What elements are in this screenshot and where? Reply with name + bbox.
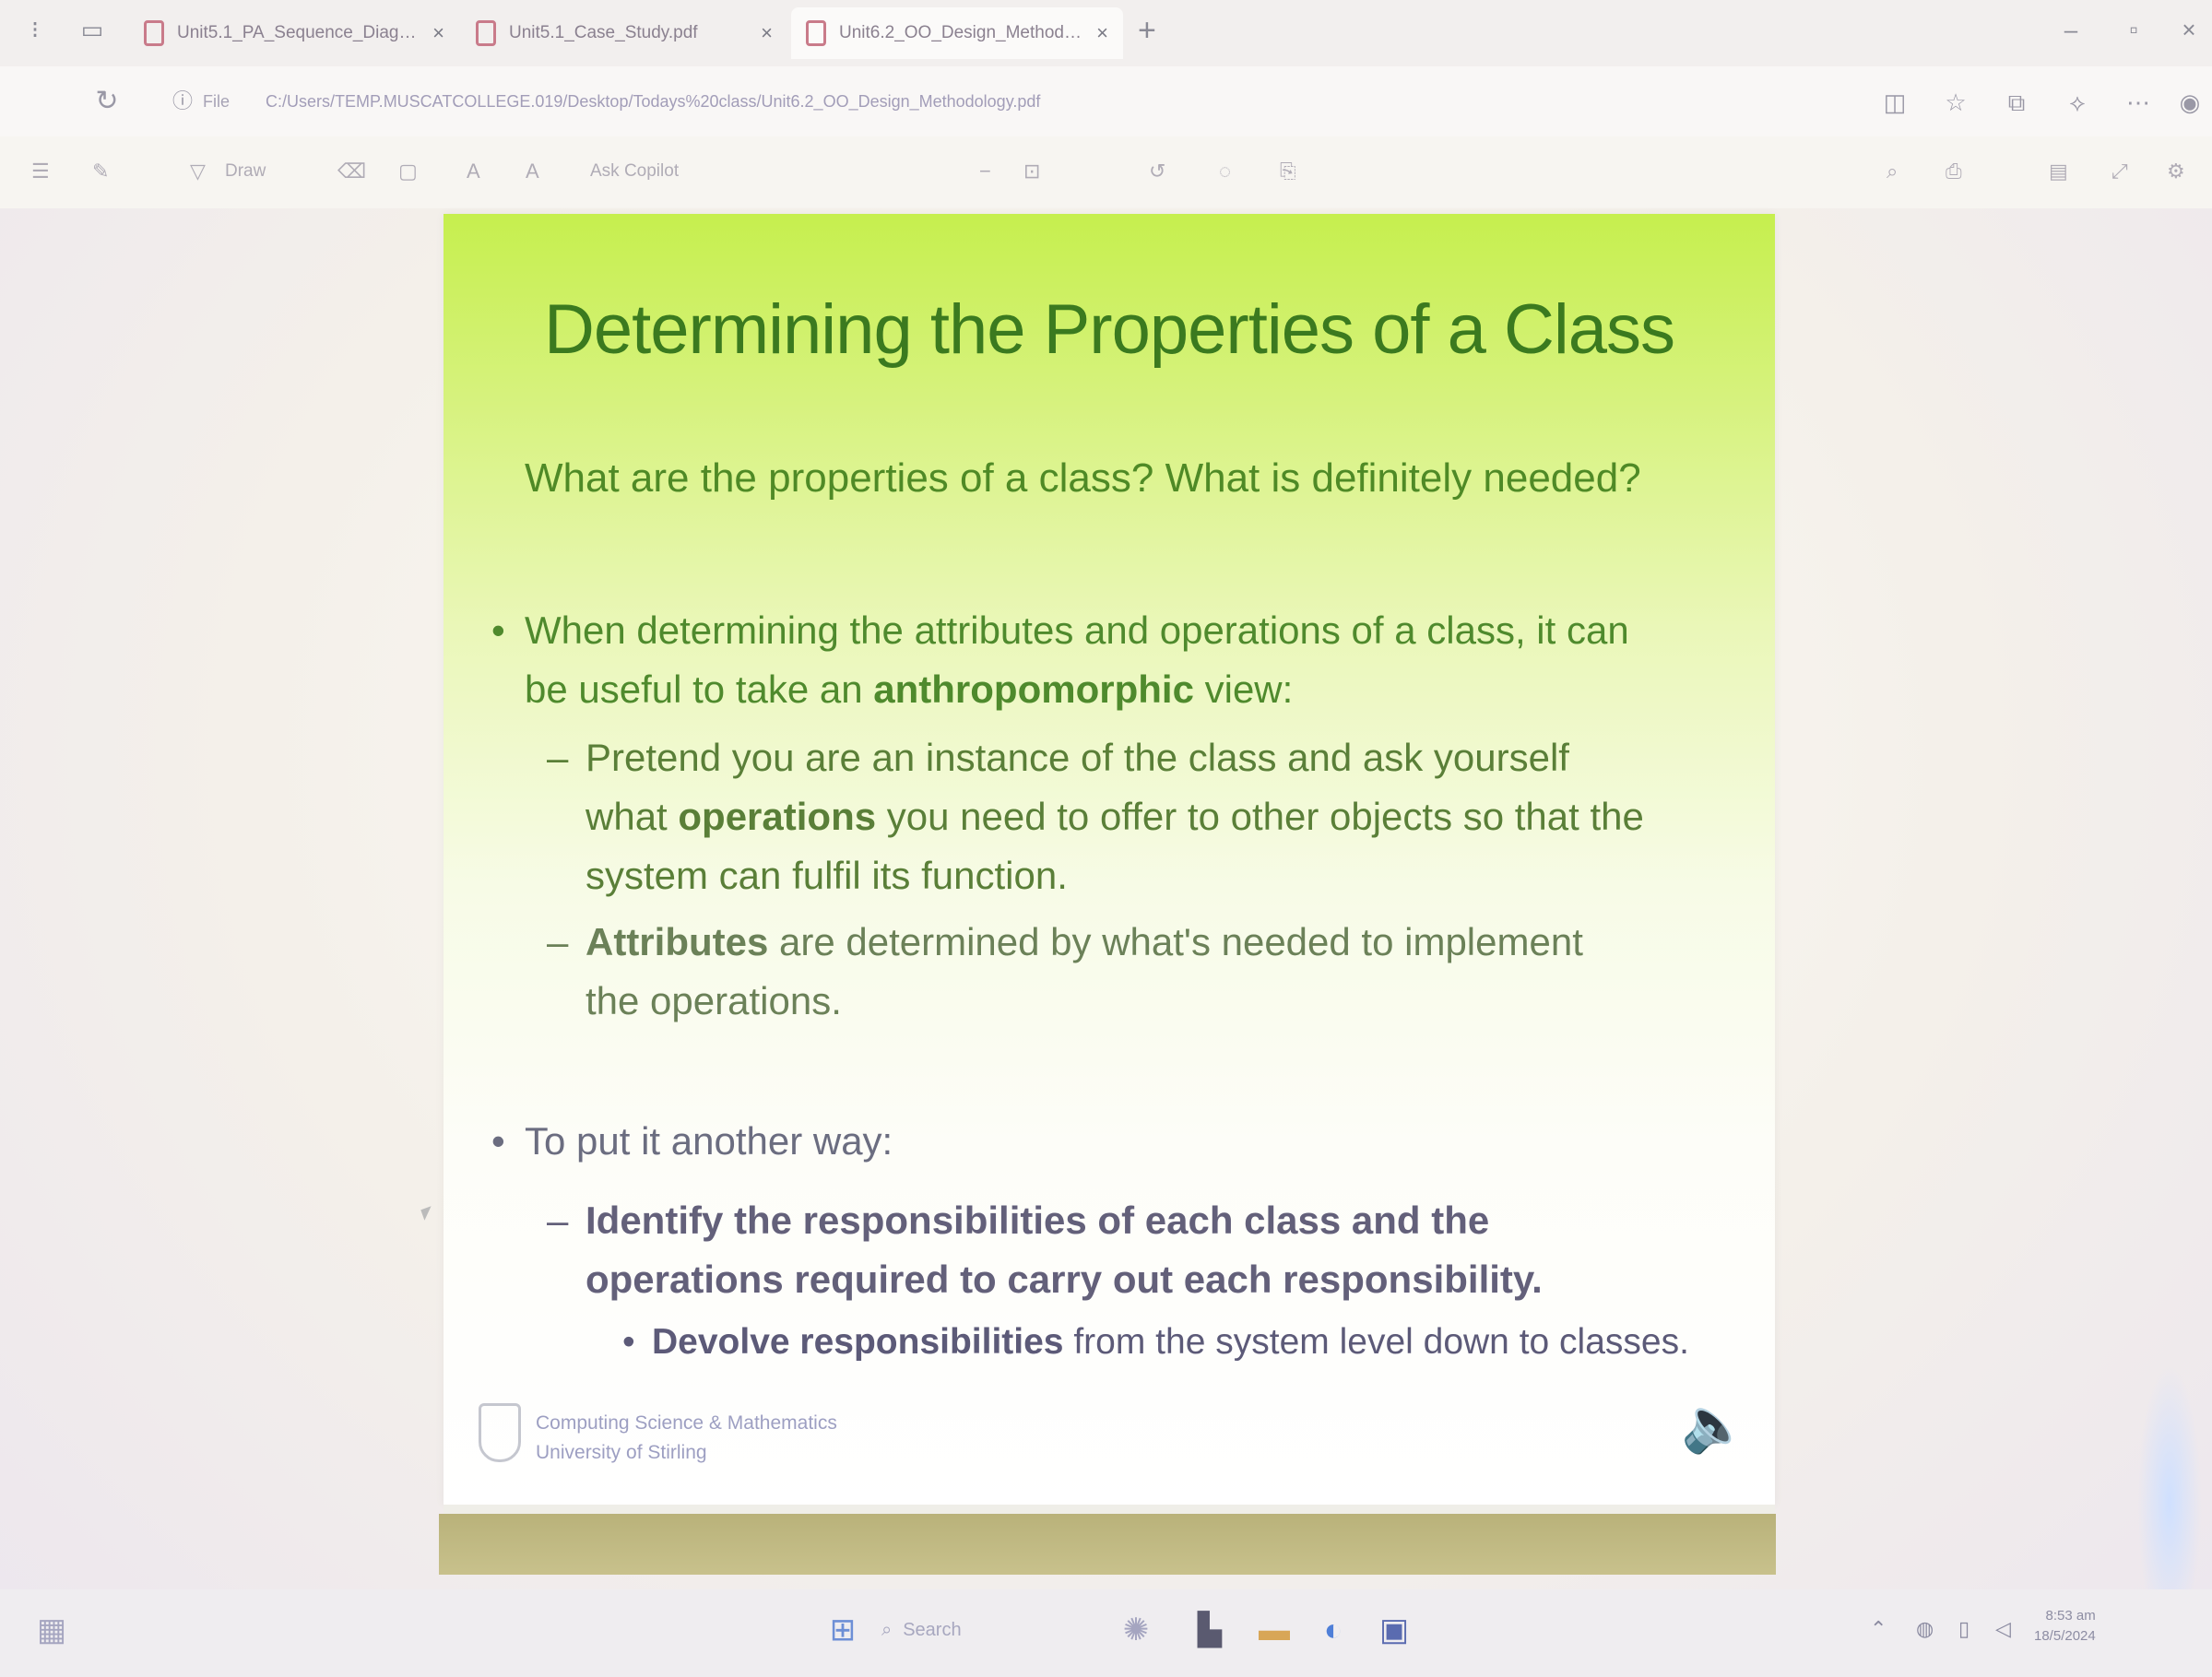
draw-label[interactable]: Draw (225, 155, 266, 188)
close-tab-icon[interactable]: × (1096, 21, 1108, 45)
tab-oo-design-methodology[interactable]: Unit6.2_OO_Design_Methodolo... × (791, 7, 1123, 59)
subbullet-attributes: – Attributes are determined by what's ne… (547, 913, 1646, 1031)
reading-view-icon[interactable]: ◫ (1877, 85, 1912, 120)
store-icon[interactable]: ▣ (1374, 1610, 1414, 1650)
subbullet-operations: – Pretend you are an instance of the cla… (547, 728, 1646, 905)
dash-mark: – (547, 920, 569, 963)
maximize-icon[interactable]: ▫ (2117, 13, 2150, 46)
volume-icon[interactable]: ◁ (1995, 1617, 2011, 1641)
pdf-page-slide: Determining the Properties of a Class Wh… (444, 214, 1775, 1505)
bullet-another-way: • To put it another way: (491, 1112, 1631, 1171)
edge-browser-icon[interactable]: ◐ (1313, 1610, 1354, 1650)
slide-question: What are the properties of a class? What… (525, 455, 1641, 501)
tab-case-study[interactable]: Unit5.1_Case_Study.pdf × (461, 7, 787, 59)
bullet-bold-text: operations (678, 795, 877, 838)
bullet-anthropomorphic: • When determining the attributes and op… (491, 601, 1631, 719)
clock-date: 18/5/2024 (2034, 1628, 2096, 1644)
pdf-toolbar: ☰ ✎ ▽ Draw ⌫ ▢ A A Ask Copilot − ⊡ ↺ ◌ ⎘… (0, 136, 2212, 208)
close-tab-icon[interactable]: × (761, 21, 773, 45)
more-icon[interactable]: ⋯ (2121, 85, 2156, 120)
bullet-bold-text: Attributes (586, 920, 769, 963)
new-tab-icon[interactable]: + (1138, 13, 1156, 49)
export-icon[interactable]: ⎘ (1280, 155, 1296, 188)
slide-footer: Computing Science & Mathematics Universi… (536, 1409, 837, 1468)
text-size-icon[interactable]: A (467, 155, 480, 188)
read-aloud-icon[interactable]: A (526, 155, 539, 188)
taskbar-search[interactable]: ⌕ Search (881, 1612, 962, 1648)
bullet-bold-text: Devolve responsibilities (652, 1322, 1064, 1362)
taskbar: ▦ ⊞ ⌕ Search ✺ ▙ ▬ ◐ ▣ ⌃ ◍ ▯ ◁ 8:53 am 1… (0, 1589, 2212, 1677)
slide-title: Determining the Properties of a Class (543, 290, 1675, 369)
copilot-icon[interactable]: ◉ (2172, 85, 2207, 120)
dash-mark: – (547, 736, 569, 779)
settings-icon[interactable]: ⚙ (2167, 155, 2185, 188)
tab-actions-icon[interactable]: ▭ (76, 13, 109, 46)
address-bar: ↻ ⓘ File C:/Users/TEMP.MUSCATCOLLEGE.019… (0, 66, 2212, 136)
taskbar-search-placeholder: Search (903, 1619, 962, 1640)
info-icon[interactable]: ⓘ (164, 83, 201, 120)
file-explorer-icon[interactable]: ▬ (1254, 1610, 1295, 1650)
bullet-bold-text: Identify the responsibilities of each cl… (586, 1199, 1543, 1301)
bullet-mark: • (491, 1119, 505, 1163)
footer-university: University of Stirling (536, 1442, 707, 1463)
pdf-file-icon (476, 20, 496, 46)
start-icon[interactable]: ⊞ (822, 1610, 863, 1650)
clock-time: 8:53 am (2045, 1608, 2096, 1624)
speaker-icon: 🔈 (1681, 1395, 1748, 1455)
taskbar-clock[interactable]: 8:53 am 18/5/2024 (2034, 1606, 2096, 1647)
dash-mark: – (547, 1199, 569, 1242)
bullet-mark: • (491, 608, 505, 652)
save-icon[interactable]: ▤ (2049, 155, 2068, 188)
print-icon[interactable]: ⎙ (1946, 155, 1962, 188)
tab-label: Unit6.2_OO_Design_Methodolo... (839, 23, 1084, 42)
widgets-icon[interactable]: ▦ (31, 1610, 72, 1650)
draw-icon[interactable]: ▽ (190, 155, 206, 188)
close-tab-icon[interactable]: × (432, 21, 444, 45)
tab-label: Unit5.1_PA_Sequence_Diagram... (177, 23, 420, 42)
search-icon: ⌕ (881, 1619, 893, 1640)
fit-page-icon[interactable]: ⊡ (1023, 155, 1040, 188)
bullet-text: view: (1193, 667, 1294, 711)
university-crest-logo (479, 1403, 521, 1462)
battery-icon[interactable]: ▯ (1958, 1617, 1970, 1641)
page-separator (444, 1505, 1775, 1514)
copilot-taskbar-icon[interactable]: ✺ (1116, 1610, 1156, 1650)
workspaces-icon[interactable]: ⁝ (18, 13, 52, 46)
task-view-icon[interactable]: ▙ (1189, 1610, 1230, 1650)
bullet-text: from the system level down to classes. (1063, 1322, 1689, 1362)
mouse-cursor-icon (420, 1206, 435, 1221)
favorite-icon[interactable]: ☆ (1938, 85, 1973, 120)
subsubbullet-devolve: • Devolve responsibilities from the syst… (622, 1313, 1712, 1372)
rotate-icon[interactable]: ↺ (1149, 155, 1165, 188)
highlight-icon[interactable]: ✎ (92, 155, 109, 188)
pdf-file-icon (144, 20, 164, 46)
bullet-mark: • (622, 1322, 635, 1362)
pdf-file-icon (806, 20, 826, 46)
url-field[interactable]: C:/Users/TEMP.MUSCATCOLLEGE.019/Desktop/… (266, 92, 1040, 112)
text-box-icon[interactable]: ▢ (398, 155, 418, 188)
close-window-icon[interactable]: × (2172, 13, 2206, 46)
tray-chevron-icon[interactable]: ⌃ (1870, 1617, 1887, 1641)
favorites-icon[interactable]: ⧉ (1999, 85, 2034, 120)
minimize-icon[interactable]: – (2054, 13, 2088, 46)
page-view-icon[interactable]: ◌ (1219, 155, 1231, 188)
bullet-text: To put it another way: (525, 1119, 893, 1163)
contents-icon[interactable]: ☰ (31, 155, 50, 188)
collections-icon[interactable]: ⟡ (2060, 85, 2095, 120)
search-icon[interactable]: ⌕ (1887, 155, 1898, 188)
refresh-icon[interactable]: ↻ (89, 83, 125, 120)
ask-copilot-button[interactable]: Ask Copilot (590, 155, 679, 188)
erase-icon[interactable]: ⌫ (337, 155, 366, 188)
tab-bar: ⁝ ▭ Unit5.1_PA_Sequence_Diagram... × Uni… (0, 0, 2212, 66)
fullscreen-icon[interactable]: ⤢ (2111, 155, 2128, 188)
bullet-bold-text: anthropomorphic (873, 667, 1194, 711)
subbullet-responsibilities: – Identify the responsibilities of each … (547, 1191, 1646, 1309)
url-scheme: File (203, 92, 231, 111)
footer-department: Computing Science & Mathematics (536, 1412, 837, 1434)
zoom-out-icon[interactable]: − (979, 155, 991, 188)
pdf-next-page (439, 1514, 1776, 1575)
tab-label: Unit5.1_Case_Study.pdf (509, 23, 698, 42)
network-icon[interactable]: ◍ (1916, 1617, 1934, 1641)
tab-sequence-diagram[interactable]: Unit5.1_PA_Sequence_Diagram... × (129, 7, 459, 59)
